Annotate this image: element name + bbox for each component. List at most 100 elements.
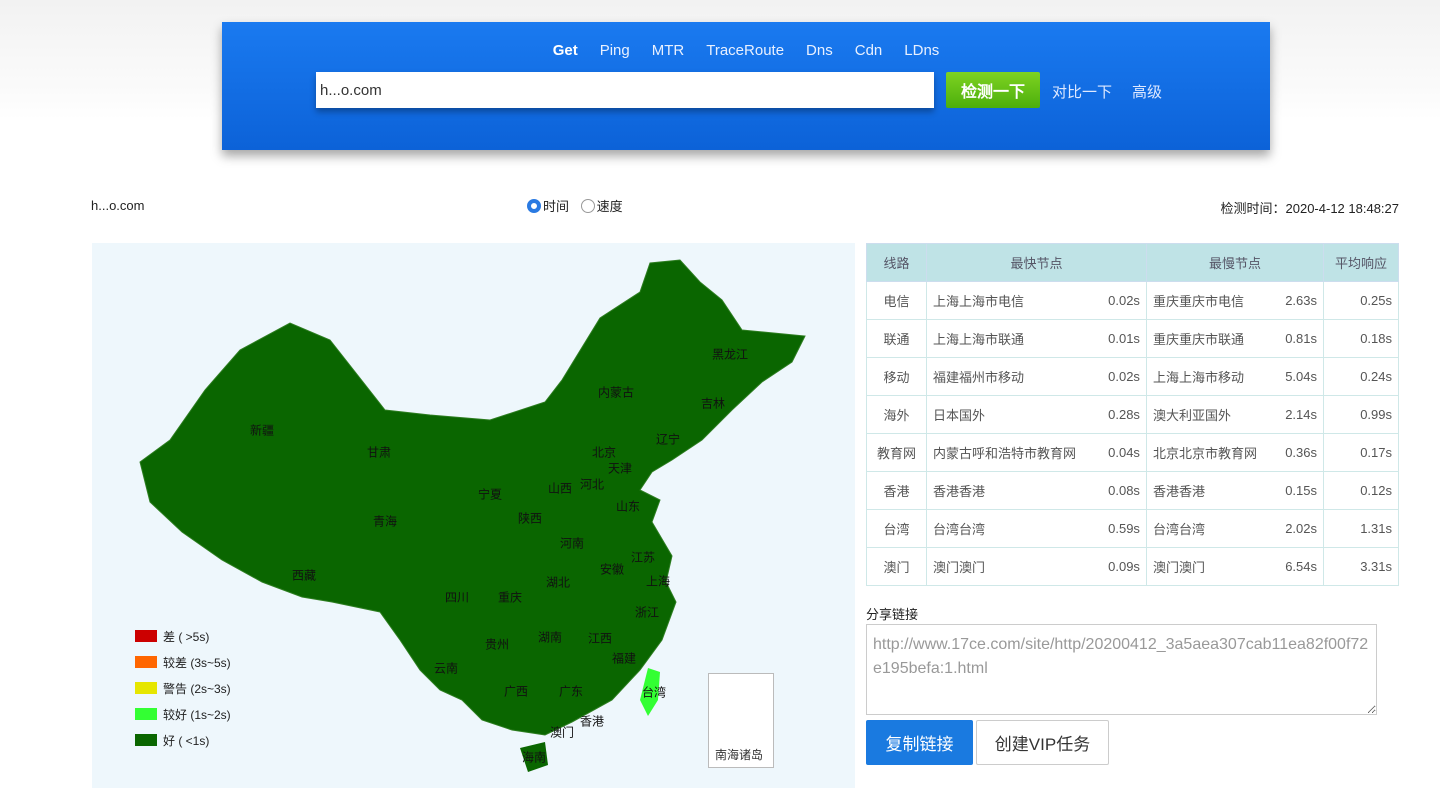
province-label[interactable]: 贵州 xyxy=(485,636,509,653)
radio-speed-label: 速度 xyxy=(596,199,623,214)
province-label[interactable]: 西藏 xyxy=(292,567,316,584)
province-label[interactable]: 北京 xyxy=(592,444,616,461)
line-cell: 联通 xyxy=(866,319,927,358)
nanhai-label: 南海诸岛 xyxy=(715,748,764,762)
province-label[interactable]: 福建 xyxy=(612,650,636,667)
legend-label: 较差 (3s~5s) xyxy=(163,655,231,670)
slowest-time-cell: 2.63s xyxy=(1274,281,1324,320)
tab-dns[interactable]: Dns xyxy=(806,42,833,59)
province-label[interactable]: 吉林 xyxy=(701,395,725,412)
slowest-node-cell: 澳门澳门 xyxy=(1145,547,1275,586)
average-cell: 0.12s xyxy=(1323,471,1399,510)
province-label[interactable]: 海南 xyxy=(522,749,546,766)
share-url-field[interactable]: http://www.17ce.com/site/http/20200412_3… xyxy=(866,624,1377,715)
province-label[interactable]: 陕西 xyxy=(518,510,542,527)
check-time: 检测时间：2020-4-12 18:48:27 xyxy=(1221,198,1400,217)
fastest-node-cell: 日本国外 xyxy=(925,395,1098,434)
radio-time[interactable]: 时间 xyxy=(527,196,569,215)
average-cell: 0.18s xyxy=(1323,319,1399,358)
tab-traceroute[interactable]: TraceRoute xyxy=(706,42,784,59)
line-cell: 移动 xyxy=(866,357,927,396)
province-label[interactable]: 云南 xyxy=(434,660,458,677)
province-label[interactable]: 河南 xyxy=(560,535,584,552)
copy-link-button[interactable]: 复制链接 xyxy=(866,720,973,765)
province-label[interactable]: 天津 xyxy=(608,460,632,477)
province-label[interactable]: 澳门 xyxy=(550,724,574,741)
province-label[interactable]: 宁夏 xyxy=(478,486,502,503)
province-label[interactable]: 江苏 xyxy=(631,549,655,566)
fastest-node-cell: 台湾台湾 xyxy=(925,509,1098,548)
province-label[interactable]: 山东 xyxy=(616,498,640,515)
fastest-node-cell: 澳门澳门 xyxy=(925,547,1098,586)
radio-checked-icon xyxy=(527,198,541,213)
metric-radio-group: 时间 速度 xyxy=(527,196,631,216)
province-label[interactable]: 江西 xyxy=(588,630,612,647)
province-label[interactable]: 台湾 xyxy=(642,684,666,701)
create-vip-task-button[interactable]: 创建VIP任务 xyxy=(976,720,1109,765)
average-cell: 0.25s xyxy=(1323,281,1399,320)
legend-swatch xyxy=(135,734,157,746)
check-button[interactable]: 检测一下 xyxy=(946,72,1040,108)
south-china-sea-inset: 南海诸岛 xyxy=(708,673,774,768)
slowest-node-cell: 澳大利亚国外 xyxy=(1145,395,1275,434)
table-row: 联通 上海上海市联通 0.01s 重庆重庆市联通 0.81s 0.18s xyxy=(866,319,1399,358)
radio-speed[interactable]: 速度 xyxy=(580,196,623,215)
province-label[interactable]: 新疆 xyxy=(250,422,274,439)
fastest-time-cell: 0.28s xyxy=(1097,395,1147,434)
table-row: 教育网 内蒙古呼和浩特市教育网 0.04s 北京北京市教育网 0.36s 0.17s xyxy=(866,433,1399,472)
province-label[interactable]: 甘肃 xyxy=(367,444,391,461)
fastest-time-cell: 0.09s xyxy=(1097,547,1147,586)
legend-label: 较好 (1s~2s) xyxy=(163,707,231,722)
province-label[interactable]: 重庆 xyxy=(498,589,522,606)
advanced-link[interactable]: 高级 xyxy=(1132,81,1162,102)
province-label[interactable]: 河北 xyxy=(580,476,604,493)
province-label[interactable]: 青海 xyxy=(373,513,397,530)
average-cell: 1.31s xyxy=(1323,509,1399,548)
province-label[interactable]: 山西 xyxy=(548,480,572,497)
province-label[interactable]: 四川 xyxy=(445,589,469,606)
mainland-region xyxy=(139,259,806,736)
province-label[interactable]: 辽宁 xyxy=(656,431,680,448)
map-legend: 差 ( >5s) 较差 (3s~5s) 警告 (2s~3s) 较好 (1s~2s… xyxy=(135,623,231,753)
tab-cdn[interactable]: Cdn xyxy=(855,42,883,59)
line-cell: 海外 xyxy=(866,395,927,434)
tab-ldns[interactable]: LDns xyxy=(904,42,939,59)
line-cell: 电信 xyxy=(866,281,927,320)
province-label[interactable]: 黑龙江 xyxy=(712,346,748,363)
average-cell: 0.24s xyxy=(1323,357,1399,396)
url-input[interactable]: h...o.com xyxy=(316,72,934,108)
header-average: 平均响应 xyxy=(1323,243,1399,282)
table-row: 香港 香港香港 0.08s 香港香港 0.15s 0.12s xyxy=(866,471,1399,510)
slowest-time-cell: 0.15s xyxy=(1274,471,1324,510)
province-label[interactable]: 香港 xyxy=(580,713,604,730)
table-row: 台湾 台湾台湾 0.59s 台湾台湾 2.02s 1.31s xyxy=(866,509,1399,548)
legend-item: 较差 (3s~5s) xyxy=(135,649,231,675)
tab-get[interactable]: Get xyxy=(553,42,578,59)
legend-swatch xyxy=(135,656,157,668)
province-label[interactable]: 内蒙古 xyxy=(598,384,634,401)
province-label[interactable]: 广东 xyxy=(559,683,583,700)
province-label[interactable]: 湖北 xyxy=(546,574,570,591)
legend-item: 差 ( >5s) xyxy=(135,623,231,649)
check-time-value: 2020-4-12 18:48:27 xyxy=(1285,201,1399,216)
china-map: 黑龙江吉林辽宁 内蒙古新疆甘肃 北京 天津 河北 山西 宁夏山东青海 陕西河南江苏 安徽上海 西藏… xyxy=(92,243,855,788)
province-label[interactable]: 浙江 xyxy=(635,604,659,621)
fastest-node-cell: 香港香港 xyxy=(925,471,1098,510)
province-label[interactable]: 安徽 xyxy=(600,561,624,578)
legend-swatch xyxy=(135,708,157,720)
slowest-time-cell: 2.02s xyxy=(1274,509,1324,548)
slowest-node-cell: 台湾台湾 xyxy=(1145,509,1275,548)
table-header: 线路 最快节点 最慢节点 平均响应 xyxy=(866,243,1399,282)
table-row: 海外 日本国外 0.28s 澳大利亚国外 2.14s 0.99s xyxy=(866,395,1399,434)
tab-mtr[interactable]: MTR xyxy=(652,42,685,59)
province-label[interactable]: 湖南 xyxy=(538,629,562,646)
results-table: 线路 最快节点 最慢节点 平均响应 电信 上海上海市电信 0.02s 重庆重庆市电信 2… xyxy=(866,243,1399,586)
province-label[interactable]: 上海 xyxy=(646,573,670,590)
average-cell: 3.31s xyxy=(1323,547,1399,586)
host-label: h...o.com xyxy=(91,198,145,213)
province-label[interactable]: 广西 xyxy=(504,683,528,700)
table-row: 电信 上海上海市电信 0.02s 重庆重庆市电信 2.63s 0.25s xyxy=(866,281,1399,320)
compare-link[interactable]: 对比一下 xyxy=(1052,81,1112,102)
tab-ping[interactable]: Ping xyxy=(600,42,630,59)
slowest-time-cell: 0.36s xyxy=(1274,433,1324,472)
